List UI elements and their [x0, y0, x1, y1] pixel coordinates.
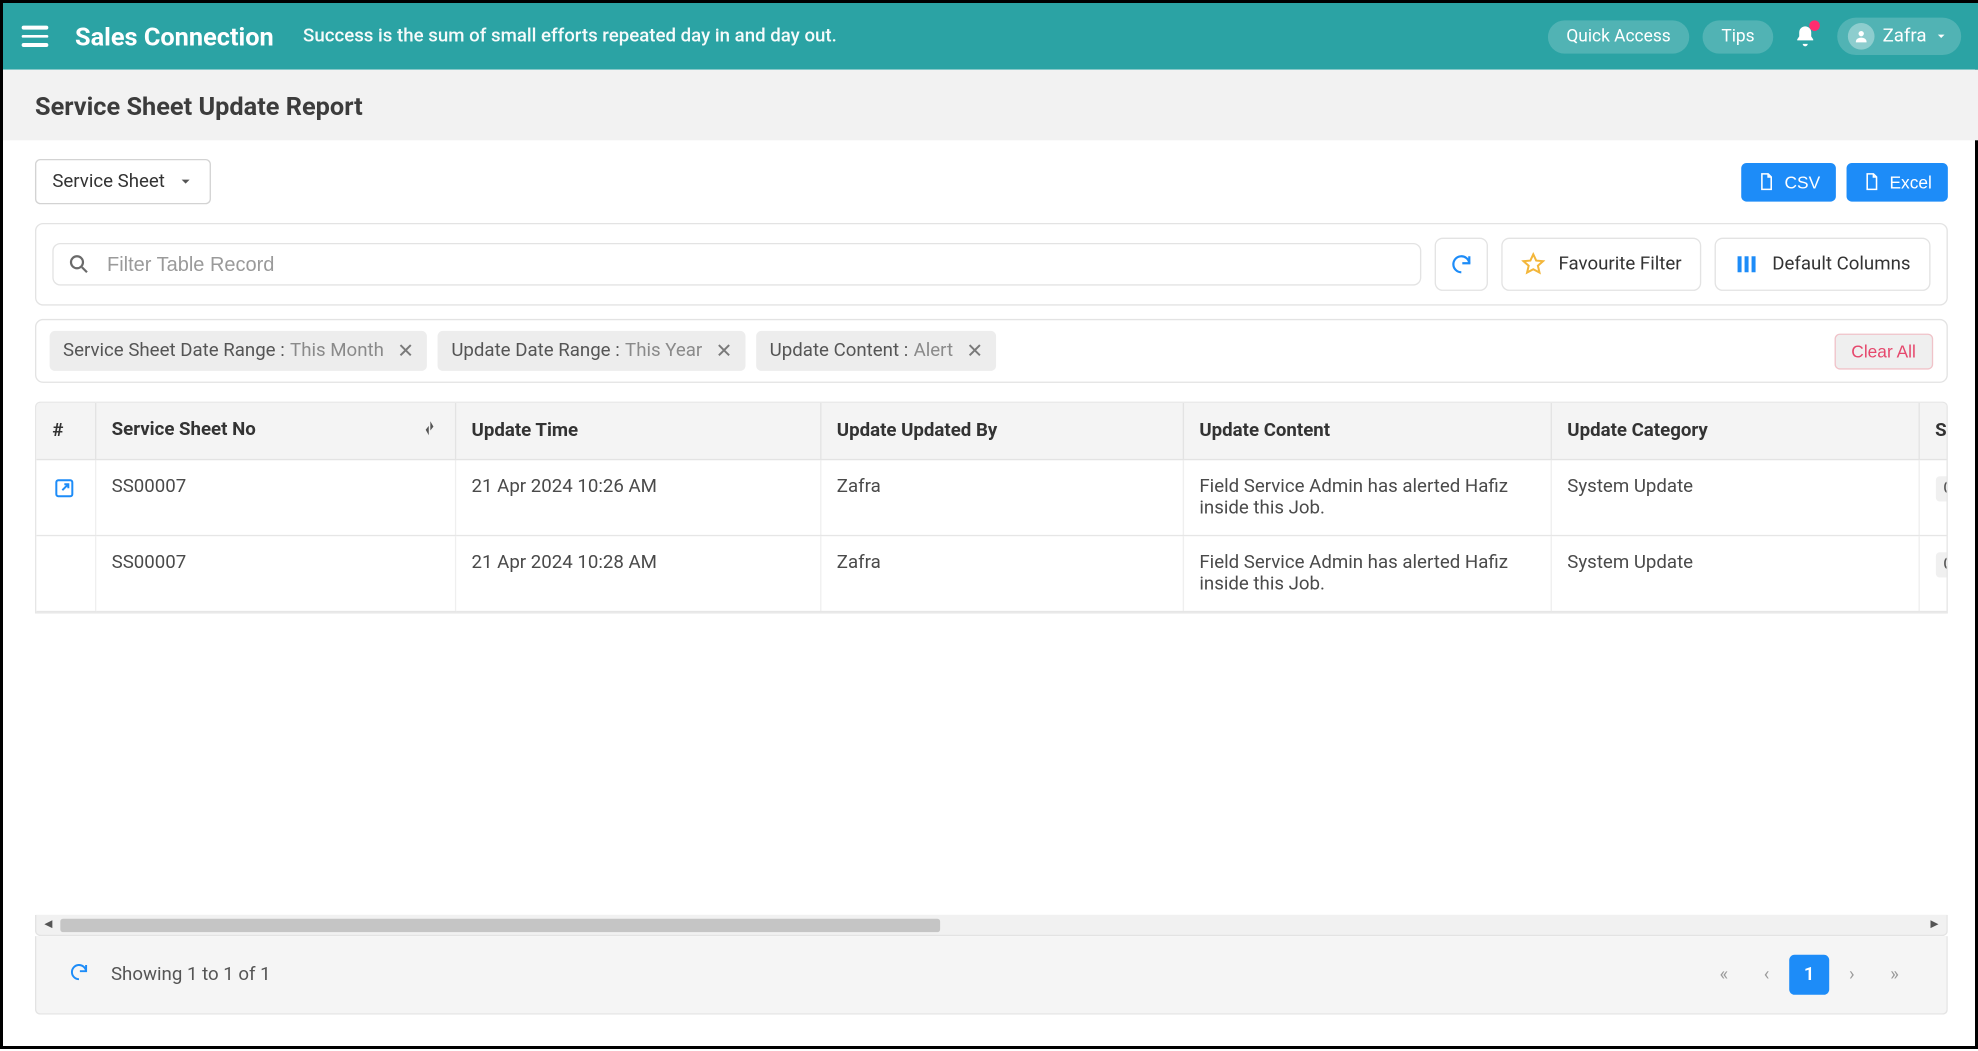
col-update-content[interactable]: Update Content: [1183, 403, 1551, 460]
chevron-down-icon: [1935, 30, 1948, 43]
cell-service: Cre: [1935, 476, 1946, 501]
brand-title: Sales Connection: [75, 21, 274, 52]
filter-tag-label: Service Sheet Date Range :: [63, 340, 285, 361]
sheet-type-dropdown[interactable]: Service Sheet: [35, 159, 212, 204]
scroll-right-icon[interactable]: ►: [1925, 915, 1944, 934]
chevron-down-icon: [178, 174, 194, 190]
page-next-button[interactable]: ›: [1832, 955, 1872, 995]
footer-refresh-icon[interactable]: [68, 961, 89, 988]
pagination: « ‹ 1 › »: [1704, 955, 1915, 995]
export-excel-label: Excel: [1889, 172, 1931, 192]
cell-content: Field Service Admin has alerted Hafiz in…: [1183, 460, 1551, 536]
cell-updated-by: Zafra: [820, 536, 1183, 612]
filter-tag-value: Alert: [914, 340, 954, 361]
header-tagline: Success is the sum of small efforts repe…: [303, 26, 1548, 47]
user-name: Zafra: [1883, 26, 1927, 47]
cell-content: Field Service Admin has alerted Hafiz in…: [1183, 536, 1551, 612]
export-csv-button[interactable]: CSV: [1742, 162, 1836, 201]
favourite-filter-button[interactable]: Favourite Filter: [1501, 238, 1701, 291]
page-number-button[interactable]: 1: [1789, 955, 1829, 995]
col-update-category[interactable]: Update Category: [1551, 403, 1919, 460]
col-service[interactable]: Serv: [1919, 403, 1947, 460]
remove-filter-icon[interactable]: ✕: [966, 339, 983, 363]
table-row[interactable]: SS00007 21 Apr 2024 10:26 AM Zafra Field…: [36, 460, 1946, 536]
export-csv-label: CSV: [1785, 172, 1821, 192]
columns-icon: [1735, 252, 1759, 276]
star-icon: [1521, 252, 1545, 276]
scroll-thumb[interactable]: [60, 919, 940, 932]
active-filters: Service Sheet Date Range : This Month ✕ …: [35, 319, 1948, 383]
search-input-wrap[interactable]: [52, 243, 1421, 286]
page-prev-button[interactable]: ‹: [1747, 955, 1787, 995]
page-title: Service Sheet Update Report: [35, 91, 1948, 122]
avatar-icon: [1848, 23, 1875, 50]
default-columns-label: Default Columns: [1772, 254, 1910, 275]
file-icon: [1758, 172, 1777, 191]
filter-tag-label: Update Date Range :: [451, 340, 619, 361]
page-first-button[interactable]: «: [1704, 955, 1744, 995]
cell-category: System Update: [1551, 460, 1919, 536]
page-last-button[interactable]: »: [1875, 955, 1915, 995]
filter-search-input[interactable]: [107, 253, 1407, 276]
showing-text: Showing 1 to 1 of 1: [111, 964, 271, 985]
clear-all-button[interactable]: Clear All: [1834, 333, 1933, 369]
cell-sheet-no: SS00007: [95, 460, 455, 536]
open-row-icon[interactable]: [52, 484, 76, 505]
refresh-icon: [68, 961, 89, 982]
cell-category: System Update: [1551, 536, 1919, 612]
user-menu[interactable]: Zafra: [1837, 18, 1961, 55]
col-updated-by[interactable]: Update Updated By: [820, 403, 1183, 460]
cell-update-time: 21 Apr 2024 10:26 AM: [455, 460, 820, 536]
table-row[interactable]: SS00007 21 Apr 2024 10:28 AM Zafra Field…: [36, 536, 1946, 612]
filter-tag-label: Update Content :: [770, 340, 909, 361]
scroll-left-icon[interactable]: ◄: [39, 915, 58, 934]
col-num[interactable]: #: [36, 403, 95, 460]
filter-tag-value: This Year: [625, 340, 702, 361]
filter-tag-value: This Month: [290, 340, 384, 361]
refresh-button[interactable]: [1435, 238, 1488, 291]
remove-filter-icon[interactable]: ✕: [716, 339, 733, 363]
tips-button[interactable]: Tips: [1703, 20, 1774, 53]
default-columns-button[interactable]: Default Columns: [1715, 238, 1931, 291]
app-header: Sales Connection Success is the sum of s…: [3, 3, 1978, 70]
col-sheet-no[interactable]: Service Sheet No: [95, 403, 455, 460]
search-icon: [67, 252, 91, 276]
favourite-filter-label: Favourite Filter: [1559, 254, 1682, 275]
cell-service: Cre: [1935, 552, 1946, 577]
data-table: # Service Sheet No Update Time Update Up…: [35, 402, 1948, 614]
horizontal-scrollbar[interactable]: ◄ ►: [35, 915, 1948, 936]
menu-icon[interactable]: [22, 20, 54, 52]
table-footer: Showing 1 to 1 of 1 « ‹ 1 › »: [35, 936, 1948, 1015]
quick-access-button[interactable]: Quick Access: [1548, 20, 1690, 53]
filter-tag[interactable]: Update Content : Alert ✕: [756, 331, 996, 371]
col-update-time[interactable]: Update Time: [455, 403, 820, 460]
refresh-icon: [1449, 252, 1473, 276]
page-title-bar: Service Sheet Update Report: [3, 70, 1978, 141]
col-label: Service Sheet No: [112, 419, 256, 440]
bell-icon: [1793, 24, 1817, 48]
cell-sheet-no: SS00007: [95, 536, 455, 612]
notifications-icon[interactable]: [1787, 18, 1824, 55]
cell-updated-by: Zafra: [820, 460, 1183, 536]
cell-update-time: 21 Apr 2024 10:28 AM: [455, 536, 820, 612]
export-excel-button[interactable]: Excel: [1847, 162, 1948, 201]
filter-tag[interactable]: Update Date Range : This Year ✕: [438, 331, 746, 371]
filter-tag[interactable]: Service Sheet Date Range : This Month ✕: [50, 331, 428, 371]
dropdown-label: Service Sheet: [52, 171, 165, 192]
remove-filter-icon[interactable]: ✕: [397, 339, 414, 363]
file-icon: [1863, 172, 1882, 191]
sort-icon[interactable]: [420, 419, 439, 443]
